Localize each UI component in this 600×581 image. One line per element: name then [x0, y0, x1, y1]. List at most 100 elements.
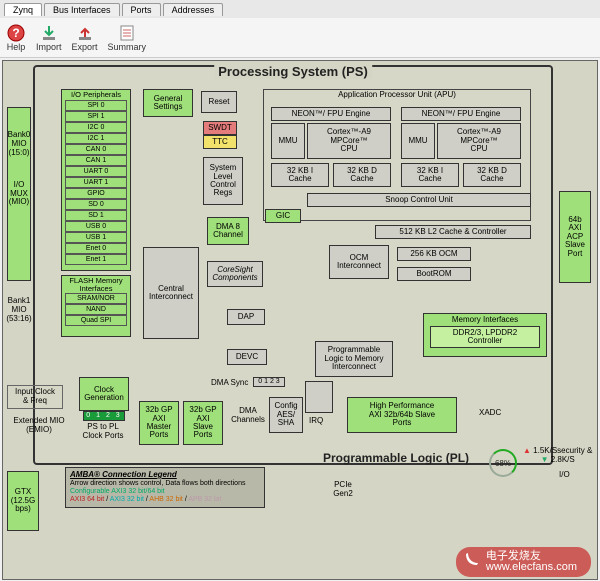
progress-percent: 68% — [495, 459, 511, 468]
gic-block[interactable]: GIC — [265, 209, 301, 223]
peripheral-usb-1[interactable]: USB 1 — [65, 232, 127, 243]
cpu1-block[interactable]: Cortex™-A9 MPCore™ CPU — [307, 123, 391, 159]
peripheral-usb-0[interactable]: USB 0 — [65, 221, 127, 232]
mmu2-block[interactable]: MMU — [401, 123, 435, 159]
peripheral-i2c-1[interactable]: I2C 1 — [65, 133, 127, 144]
phone-icon — [464, 551, 480, 570]
clock-gen-block[interactable]: Clock Generation — [79, 377, 129, 411]
pl-title: Programmable Logic (PL) — [323, 451, 469, 465]
flash-item-sram-nor[interactable]: SRAM/NOR — [65, 293, 127, 304]
flash-item-nand[interactable]: NAND — [65, 304, 127, 315]
progress-ring: 68% — [489, 449, 517, 477]
sys-regs-block[interactable]: System Level Control Regs — [203, 157, 243, 205]
svg-text:?: ? — [12, 26, 19, 40]
bank1-label: Bank1 MIO (53:16) — [5, 297, 33, 323]
dma8-block[interactable]: DMA 8 Channel — [207, 217, 249, 245]
dmasync-bits-block[interactable]: 0 1 2 3 — [253, 377, 285, 387]
summary-button[interactable]: Summary — [108, 24, 147, 52]
summary-label: Summary — [108, 42, 147, 52]
l2-block[interactable]: 512 KB L2 Cache & Controller — [375, 225, 531, 239]
io-mux-label: I/O MUX (MIO) — [9, 181, 29, 206]
peripheral-sd-0[interactable]: SD 0 — [65, 199, 127, 210]
export-label: Export — [72, 42, 98, 52]
help-button[interactable]: ? Help — [6, 24, 26, 52]
legend-l5: APB 32 bit — [188, 496, 221, 503]
peripheral-enet-0[interactable]: Enet 0 — [65, 243, 127, 254]
general-settings-block[interactable]: General Settings — [143, 89, 193, 117]
coresight-block[interactable]: CoreSight Components — [207, 261, 263, 287]
ttc-block[interactable]: TTC — [203, 135, 237, 149]
peripheral-enet-1[interactable]: Enet 1 — [65, 254, 127, 265]
tab-ports[interactable]: Ports — [122, 3, 161, 16]
acp-port-block[interactable]: 64b AXI ACP Slave Port — [559, 191, 591, 283]
export-button[interactable]: Export — [72, 24, 98, 52]
peripheral-sd-1[interactable]: SD 1 — [65, 210, 127, 221]
diagram-canvas: Processing System (PS) I/O MUX (MIO) Ban… — [2, 60, 598, 580]
gtx-block[interactable]: GTX (12.5G bps) — [7, 471, 39, 531]
summary-icon — [117, 24, 137, 42]
extended-mio-label: Extended MIO (EMIO) — [7, 417, 71, 435]
export-icon — [75, 24, 95, 42]
icache2-block[interactable]: 32 KB I Cache — [401, 163, 459, 187]
irq-grid[interactable] — [305, 381, 333, 413]
central-interconnect-block[interactable]: Central Interconnect — [143, 247, 199, 339]
legend-title: AMBA® Connection Legend — [70, 470, 260, 480]
peripheral-i2c-0[interactable]: I2C 0 — [65, 122, 127, 133]
neon2-block[interactable]: NEON™/ FPU Engine — [401, 107, 521, 121]
dmasync-label: DMA Sync — [211, 379, 248, 388]
peripheral-spi-0[interactable]: SPI 0 — [65, 100, 127, 111]
legend-block: AMBA® Connection Legend Arrow direction … — [65, 467, 265, 508]
snoop-block[interactable]: Snoop Control Unit — [307, 193, 531, 207]
memory-interfaces-block[interactable]: Memory Interfaces DDR2/3, LPDDR2 Control… — [423, 313, 547, 357]
help-icon: ? — [6, 24, 26, 42]
swdt-block[interactable]: SWDT — [203, 121, 237, 135]
peripheral-uart-0[interactable]: UART 0 — [65, 166, 127, 177]
hp-ports-block[interactable]: High Performance AXI 32b/64b Slave Ports — [347, 397, 457, 433]
pl-mem-interconnect-block[interactable]: Programmable Logic to Memory Interconnec… — [315, 341, 393, 377]
tab-bus-interfaces[interactable]: Bus Interfaces — [44, 3, 120, 16]
watermark: 电子发烧友 www.elecfans.com — [456, 547, 591, 577]
xadc-label: XADC — [479, 409, 501, 418]
flash-block[interactable]: FLASH Memory Interfaces SRAM/NORNANDQuad… — [61, 275, 131, 337]
neon1-block[interactable]: NEON™/ FPU Engine — [271, 107, 391, 121]
peripheral-list: SPI 0SPI 1I2C 0I2C 1CAN 0CAN 1UART 0UART… — [65, 100, 127, 265]
peripheral-spi-1[interactable]: SPI 1 — [65, 111, 127, 122]
gp-slave-block[interactable]: 32b GP AXI Slave Ports — [183, 401, 223, 445]
pstopl-label: PS to PL Clock Ports — [73, 423, 133, 441]
icache1-block[interactable]: 32 KB I Cache — [271, 163, 329, 187]
gp-master-block[interactable]: 32b GP AXI Master Ports — [139, 401, 179, 445]
peripheral-can-0[interactable]: CAN 0 — [65, 144, 127, 155]
flash-item-quad-spi[interactable]: Quad SPI — [65, 315, 127, 326]
dcache1-block[interactable]: 32 KB D Cache — [333, 163, 391, 187]
ddr-controller-block[interactable]: DDR2/3, LPDDR2 Controller — [430, 326, 540, 348]
flash-title: FLASH Memory Interfaces — [63, 277, 129, 293]
mmu1-block[interactable]: MMU — [271, 123, 305, 159]
peripheral-gpio[interactable]: GPIO — [65, 188, 127, 199]
dcache2-block[interactable]: 32 KB D Cache — [463, 163, 521, 187]
peripheral-can-1[interactable]: CAN 1 — [65, 155, 127, 166]
import-label: Import — [36, 42, 62, 52]
io-peripherals-block[interactable]: I/O Peripherals SPI 0SPI 1I2C 0I2C 1CAN … — [61, 89, 131, 271]
devc-block[interactable]: DEVC — [227, 349, 267, 365]
irq-label: IRQ — [309, 417, 323, 426]
ocm-ic-block[interactable]: OCM Interconnect — [329, 245, 389, 279]
legend-l3: AXI3 32 bit — [110, 496, 144, 503]
dma-channels-label: DMA Channels — [229, 407, 267, 425]
io-peripherals-title: I/O Peripherals — [71, 91, 121, 99]
ps-title: Processing System (PS) — [214, 64, 372, 79]
pstopl-ports-block[interactable]: 0 1 2 3 — [83, 411, 125, 421]
reset-block[interactable]: Reset — [201, 91, 237, 113]
ocm-block[interactable]: 256 KB OCM — [397, 247, 471, 261]
tab-addresses[interactable]: Addresses — [163, 3, 224, 16]
bootrom-block[interactable]: BootROM — [397, 267, 471, 281]
peripheral-uart-1[interactable]: UART 1 — [65, 177, 127, 188]
dap-block[interactable]: DAP — [227, 309, 265, 325]
memif-title: Memory Interfaces — [452, 316, 518, 324]
input-clock-block[interactable]: Input Clock & Freq — [7, 385, 63, 409]
tab-zynq[interactable]: Zynq — [4, 3, 42, 16]
cpu2-block[interactable]: Cortex™-A9 MPCore™ CPU — [437, 123, 521, 159]
aes-block[interactable]: Config AES/ SHA — [269, 397, 303, 433]
bank0-label: Bank0 MIO (15:0) — [5, 131, 33, 157]
legend-l1: Configurable AXI3 32 bit/64 bit — [70, 488, 165, 495]
import-button[interactable]: Import — [36, 24, 62, 52]
